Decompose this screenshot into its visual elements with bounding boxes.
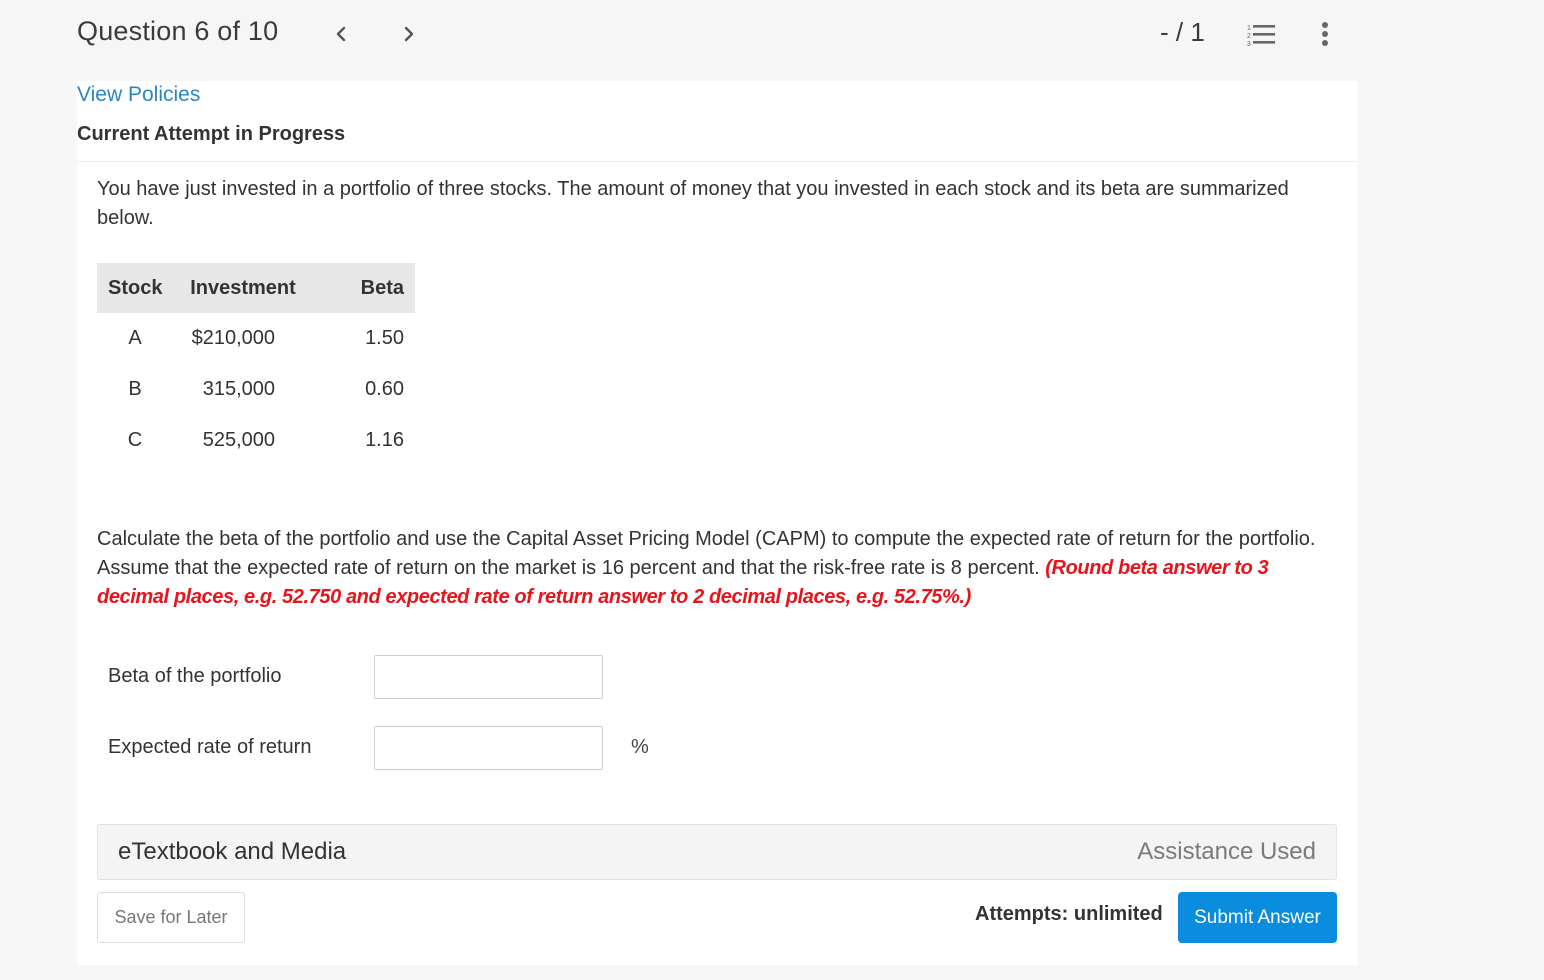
question-counter: Question 6 of 10 [77,16,279,46]
column-header-beta: Beta [360,276,404,299]
previous-question-button[interactable] [327,18,355,50]
cell-beta: 0.60 [365,378,404,400]
beta-field-label: Beta of the portfolio [108,665,282,687]
chevron-right-icon [404,26,414,42]
cell-stock: B [128,378,142,400]
svg-text:2: 2 [1247,33,1251,40]
column-header-investment: Investment [190,276,296,299]
cell-investment: 525,000 [202,429,275,451]
question-prompt: Calculate the beta of the portfolio and … [97,525,1337,612]
more-vertical-icon [1322,22,1328,46]
view-policies-link[interactable]: View Policies [77,83,200,107]
cell-investment: 315,000 [202,378,275,400]
attempts-info: Attempts: unlimited [975,903,1163,925]
question-card: View Policies Current Attempt in Progres… [77,81,1357,965]
svg-text:1: 1 [1247,25,1251,32]
cell-beta: 1.50 [365,327,404,349]
cell-stock: C [127,429,143,451]
quiz-page: Question 6 of 10 - / 1 1 2 3 View Polici… [0,0,1544,980]
cell-investment: $210,000 [191,327,275,349]
question-intro: You have just invested in a portfolio of… [97,178,1289,229]
expected-return-input[interactable] [374,726,603,770]
divider [77,161,1357,162]
assistance-used-label: Assistance Used [1137,838,1316,865]
stock-table: Stock Investment Beta A $210,000 1.50 B … [97,263,415,466]
chevron-left-icon [336,26,346,42]
question-list-button[interactable]: 1 2 3 [1245,20,1277,48]
column-header-stock: Stock [108,276,163,299]
next-question-button[interactable] [395,18,423,50]
table-row: A $210,000 1.50 [97,313,415,364]
score-display: - / 1 [1160,17,1205,47]
svg-text:3: 3 [1247,41,1251,48]
table-row: B 315,000 0.60 [97,364,415,415]
table-row: C 525,000 1.16 [97,415,415,466]
table-header-row: Stock Investment Beta [97,263,415,313]
save-for-later-button[interactable]: Save for Later [97,892,245,943]
more-options-button[interactable] [1312,18,1338,50]
submit-answer-button[interactable]: Submit Answer [1178,892,1337,943]
cell-stock: A [128,327,142,349]
return-field-label: Expected rate of return [108,736,312,758]
percent-unit: % [631,736,649,758]
etextbook-media-panel[interactable]: eTextbook and Media Assistance Used [97,824,1337,880]
beta-portfolio-input[interactable] [374,655,603,699]
question-header: Question 6 of 10 - / 1 1 2 3 [0,0,1544,81]
etextbook-label: eTextbook and Media [118,838,347,865]
cell-beta: 1.16 [365,429,404,451]
attempt-status-heading: Current Attempt in Progress [77,123,346,145]
numbered-list-icon: 1 2 3 [1247,25,1275,48]
